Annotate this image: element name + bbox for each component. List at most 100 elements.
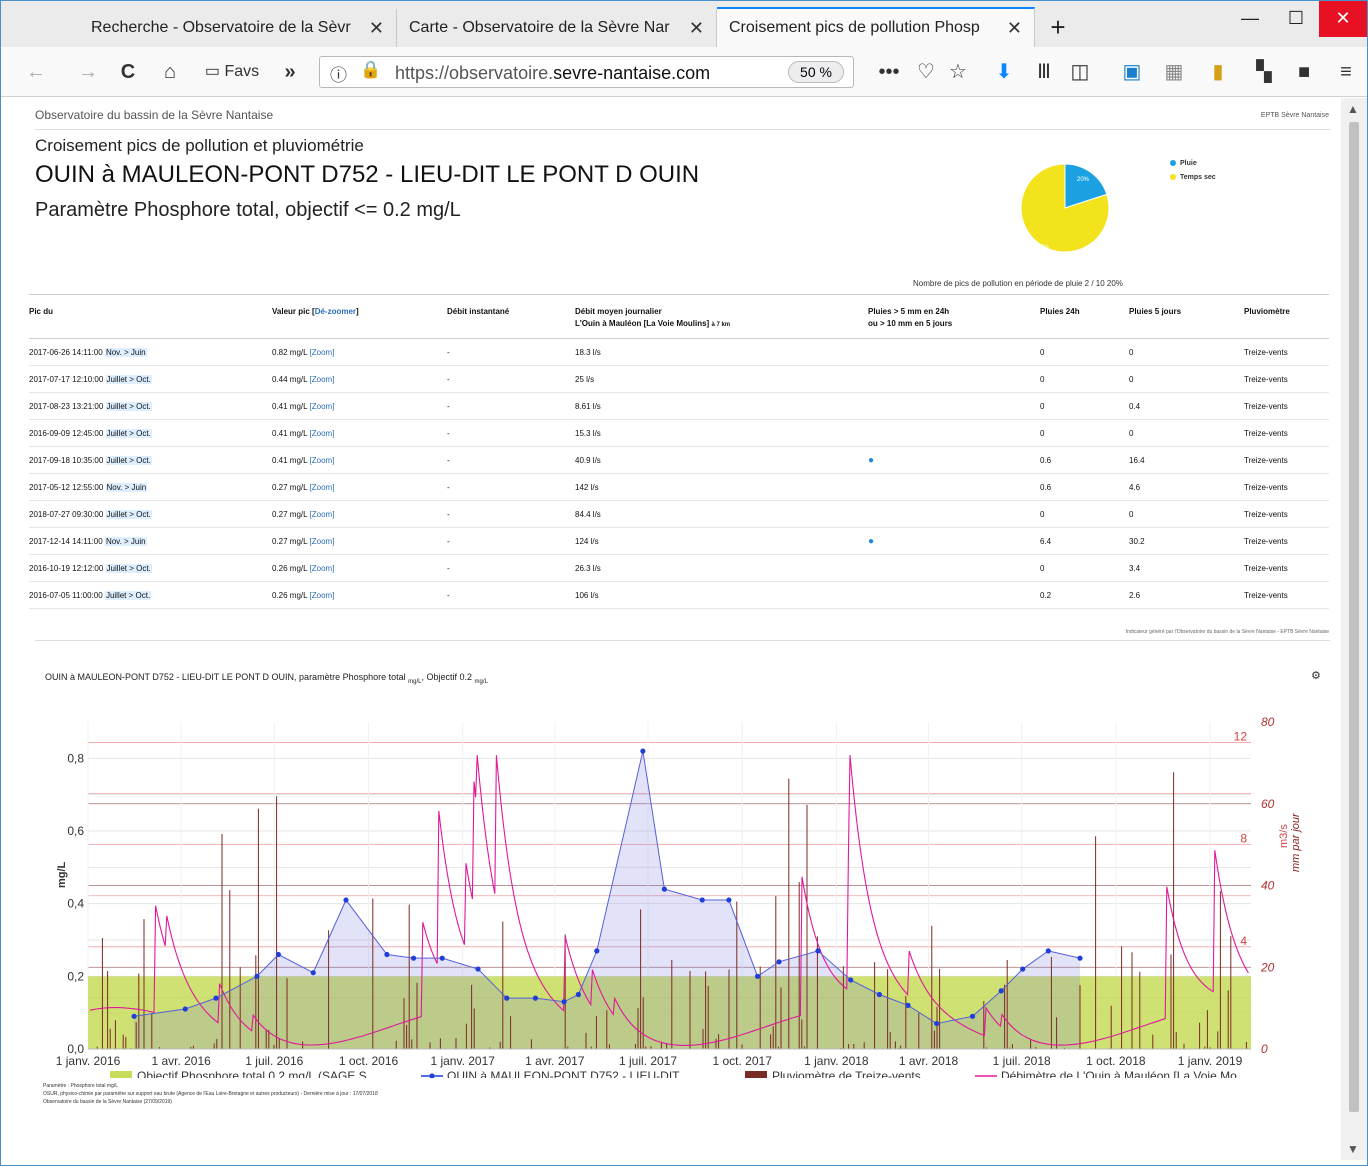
phosphorus-point[interactable]	[131, 1013, 137, 1019]
url-text[interactable]: https://observatoire.sevre-nantaise.com	[395, 63, 710, 84]
phosphorus-point[interactable]	[934, 1020, 940, 1027]
scroll-up-icon[interactable]: ▲	[1347, 102, 1359, 116]
phosphorus-point[interactable]	[754, 973, 761, 979]
zoom-link[interactable]: [Zoom]	[310, 429, 335, 438]
forward-icon[interactable]: →	[75, 57, 101, 87]
zoom-link[interactable]: [Zoom]	[310, 591, 335, 600]
bookmark-star-icon[interactable]: ☆	[945, 57, 971, 87]
phosphorus-point[interactable]	[213, 995, 219, 1001]
library-icon[interactable]: Ⅲ	[1031, 57, 1057, 87]
table-row: 2016-09-09 12:45:00 Juillet > Oct. 0.41 m…	[29, 419, 1329, 447]
reload-icon[interactable]: C	[115, 57, 141, 87]
zoom-link[interactable]: [Zoom]	[310, 564, 335, 573]
phosphorus-point[interactable]	[343, 897, 349, 903]
season-badge: Juillet > Oct.	[105, 509, 152, 519]
phosphorus-point[interactable]	[815, 948, 821, 954]
rain-gauge: Treize-vents	[1244, 347, 1288, 357]
phosphorus-point[interactable]	[640, 748, 646, 754]
phosphorus-point[interactable]	[532, 995, 538, 1001]
season-badge: Nov. > Juin	[104, 536, 147, 546]
phosphorus-point[interactable]	[504, 995, 510, 1001]
minimize-icon[interactable]: —	[1227, 1, 1273, 37]
scroll-thumb[interactable]	[1349, 122, 1359, 1112]
phosphorus-point[interactable]	[410, 955, 417, 961]
phosphorus-point[interactable]	[561, 999, 567, 1005]
overflow-chevron-icon[interactable]: »	[277, 57, 303, 87]
phosphorus-point[interactable]	[905, 1002, 911, 1008]
screenshot-icon[interactable]: ▦	[1161, 57, 1187, 87]
peak-date: 2017-07-17 12:10:00	[29, 374, 104, 384]
zoom-link[interactable]: [Zoom]	[310, 537, 335, 546]
scrollbar[interactable]: ▲ ▼	[1341, 98, 1367, 1160]
phosphorus-point[interactable]	[848, 977, 854, 983]
download-icon[interactable]: ⬇	[991, 57, 1017, 87]
new-tab-icon[interactable]: +	[1046, 9, 1070, 47]
zoom-link[interactable]: [Zoom]	[310, 456, 335, 465]
legend-dot	[1170, 174, 1176, 181]
close-icon[interactable]: ✕	[689, 9, 704, 47]
favs-bookmark[interactable]: ▭ Favs	[197, 57, 267, 87]
window-close-icon[interactable]: ✕	[1319, 1, 1367, 37]
phosphorus-point[interactable]	[776, 959, 782, 965]
scroll-down-icon[interactable]: ▼	[1347, 1142, 1359, 1156]
home-icon[interactable]: ⌂	[157, 57, 183, 87]
phosphorus-point[interactable]	[699, 897, 705, 903]
cell-instant-flow: -	[447, 554, 575, 582]
page-actions-icon[interactable]: •••	[875, 57, 903, 87]
zoom-link[interactable]: [Zoom]	[310, 375, 335, 384]
pie-legend-pluie[interactable]: Pluie	[1170, 160, 1197, 167]
back-icon[interactable]: ←	[23, 57, 49, 87]
dezoom-link[interactable]: Dé-zoomer	[315, 307, 356, 316]
phosphorus-point[interactable]	[439, 955, 445, 961]
phosphorus-point[interactable]	[1045, 948, 1051, 954]
extension-s-icon[interactable]: ▣	[1119, 57, 1145, 87]
phosphorus-point[interactable]	[275, 951, 282, 958]
close-icon[interactable]: ✕	[1007, 9, 1022, 47]
phosphorus-point[interactable]	[575, 991, 581, 998]
phosphorus-point[interactable]	[182, 1006, 188, 1012]
season-badge: Nov. > Juin	[105, 482, 148, 492]
extension-folder-icon[interactable]: ▮	[1205, 57, 1231, 87]
tab-title: Carte - Observatoire de la Sèvre Nar	[409, 19, 670, 36]
url-bar[interactable]: ⓘ 🔒 https://observatoire.sevre-nantaise.…	[319, 56, 854, 88]
cell-rain-24h: 0.2	[1040, 581, 1129, 609]
phosphorus-point[interactable]	[998, 988, 1004, 994]
zoom-link[interactable]: [Zoom]	[310, 348, 335, 357]
tab-carte[interactable]: Carte - Observatoire de la Sèvre Nar ✕	[397, 9, 717, 47]
maximize-icon[interactable]: ☐	[1273, 1, 1319, 37]
col-pluies-5j: Pluies 5 jours	[1129, 294, 1244, 339]
close-icon[interactable]: ✕	[369, 9, 384, 47]
site-header[interactable]: Observatoire du bassin de la Sèvre Nanta…	[35, 108, 273, 122]
sidebar-icon[interactable]: ◫	[1067, 57, 1093, 87]
table-row: 2017-05-12 12:55:00 Nov. > Juin 0.27 mg/L…	[29, 473, 1329, 501]
zoom-link[interactable]: [Zoom]	[310, 510, 335, 519]
zoom-link[interactable]: [Zoom]	[310, 483, 335, 492]
phosphorus-point[interactable]	[1020, 966, 1026, 972]
tab-recherche[interactable]: Recherche - Observatoire de la Sèvr ✕	[79, 9, 397, 47]
phosphorus-point[interactable]	[310, 970, 316, 976]
tab-croisement[interactable]: Croisement pics de pollution Phosp ✕	[717, 7, 1035, 47]
menu-icon[interactable]: ≡	[1333, 57, 1359, 87]
cell-rain-24h: 0	[1040, 554, 1129, 582]
cell-gauge: Treize-vents	[1244, 365, 1329, 393]
pocket-icon[interactable]: ♡	[913, 57, 939, 87]
phosphorus-point[interactable]	[475, 966, 481, 972]
phosphorus-point[interactable]	[969, 1013, 976, 1019]
phosphorus-point[interactable]	[1077, 955, 1083, 961]
phosphorus-point[interactable]	[384, 951, 390, 958]
x-tick-label: 1 oct. 2016	[339, 1054, 399, 1068]
phosphorus-point[interactable]	[726, 897, 732, 903]
col-label: Pluies > 5 mm en 24h	[868, 307, 950, 316]
info-icon[interactable]: ⓘ	[330, 61, 347, 86]
extension-box-icon[interactable]: ■	[1291, 57, 1317, 87]
zoom-link[interactable]: [Zoom]	[310, 402, 335, 411]
pie-legend-temps-sec[interactable]: Temps sec	[1170, 174, 1216, 181]
zoom-level-badge[interactable]: 50 %	[788, 61, 844, 83]
phosphorus-point[interactable]	[594, 948, 600, 954]
gear-icon[interactable]: ⚙	[1311, 669, 1321, 682]
phosphorus-point[interactable]	[661, 886, 667, 892]
pollution-chart: 0,00,20,40,60,848120204060801 janv. 2016…	[56, 715, 1302, 1078]
extension-grid-icon[interactable]: ▚	[1251, 57, 1277, 87]
phosphorus-point[interactable]	[876, 991, 882, 998]
phosphorus-point[interactable]	[254, 973, 260, 979]
